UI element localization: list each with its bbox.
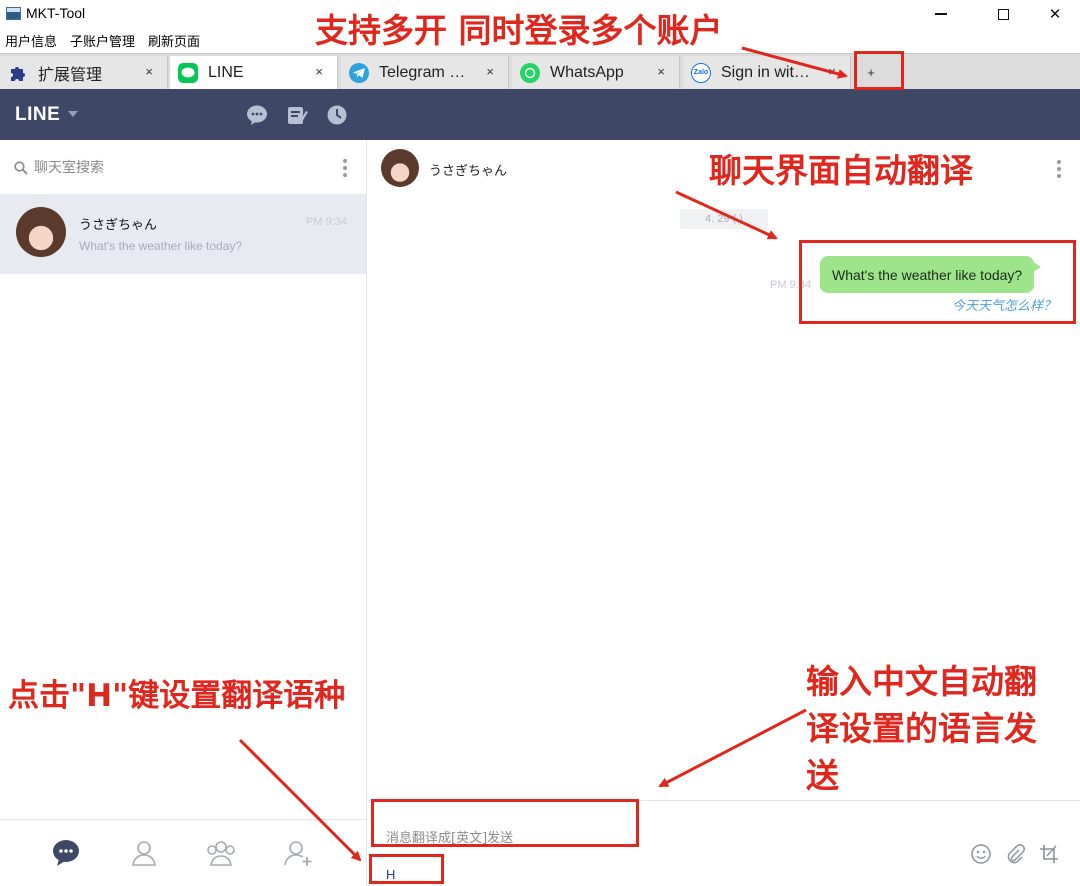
window-title: MKT-Tool xyxy=(26,5,86,21)
emoji-icon[interactable] xyxy=(970,843,992,865)
chat-list-panel: うさぎちゃん What's the weather like today? PM… xyxy=(0,140,367,886)
annotation-auto-translate: 聊天界面自动翻译 xyxy=(709,151,973,190)
close-window-button[interactable]: ✕ xyxy=(1030,0,1080,28)
tab-close-icon[interactable]: × xyxy=(486,64,494,79)
menu-refresh[interactable]: 刷新页面 xyxy=(148,31,200,50)
annotation-line: 译设置的语言发 xyxy=(806,709,1037,748)
annotation-line: 输入中文自动翻 xyxy=(806,662,1037,701)
friends-nav-icon[interactable] xyxy=(129,838,159,868)
date-divider: 4. 29 ( ) xyxy=(680,209,768,229)
timeline-icon[interactable] xyxy=(286,104,308,126)
telegram-icon xyxy=(349,62,369,83)
tab-extensions[interactable]: 扩展管理 × xyxy=(0,56,168,89)
tab-strip: 扩展管理 × LINE × Telegram … × WhatsApp × Za… xyxy=(0,53,1080,89)
tab-close-icon[interactable]: × xyxy=(145,64,153,79)
highlight-translated-message xyxy=(799,240,1076,324)
chat-list-item[interactable]: うさぎちゃん What's the weather like today? PM… xyxy=(0,194,366,274)
more-options-icon[interactable] xyxy=(343,159,347,177)
minimize-icon xyxy=(935,13,947,15)
whatsapp-icon xyxy=(520,62,540,83)
groups-nav-icon[interactable] xyxy=(205,838,235,868)
highlight-new-tab xyxy=(854,51,904,90)
bottom-nav xyxy=(0,819,366,886)
tab-close-icon[interactable]: × xyxy=(828,64,836,79)
contact-avatar[interactable] xyxy=(381,149,419,187)
puzzle-icon xyxy=(8,63,28,83)
chat-search-input[interactable] xyxy=(34,158,324,178)
add-friend-nav-icon[interactable] xyxy=(283,838,313,868)
attachment-icon[interactable] xyxy=(1004,843,1026,865)
tab-label: Telegram … xyxy=(379,63,466,81)
chat-preview: What's the weather like today? xyxy=(79,239,243,253)
tab-label: LINE xyxy=(208,63,244,81)
line-header: LINE xyxy=(0,89,1080,140)
search-icon xyxy=(14,161,28,175)
tab-label: WhatsApp xyxy=(550,63,624,81)
zalo-icon: Zalo xyxy=(691,62,711,83)
minimize-button[interactable] xyxy=(916,0,966,28)
maximize-icon xyxy=(997,8,1009,20)
annotation-multi-open: 支持多开 同时登录多个账户 xyxy=(315,11,723,50)
maximize-button[interactable] xyxy=(978,0,1028,28)
menu-sub-accounts[interactable]: 子账户管理 xyxy=(70,31,135,50)
tab-label: Sign in wit… xyxy=(721,63,810,81)
chat-bubble-icon[interactable] xyxy=(246,104,268,126)
highlight-message-input xyxy=(371,799,639,847)
menu-user-info[interactable]: 用户信息 xyxy=(5,31,57,50)
line-logo[interactable]: LINE xyxy=(15,104,60,126)
contact-name: うさぎちゃん xyxy=(429,164,508,179)
chevron-down-icon[interactable] xyxy=(68,111,78,117)
tab-line[interactable]: LINE × xyxy=(170,56,338,89)
highlight-hotkey xyxy=(369,854,444,884)
chat-search-row xyxy=(0,140,366,194)
chat-name: うさぎちゃん xyxy=(79,218,158,233)
annotation-input-translate: 输入中文自动翻 译设置的语言发 送 xyxy=(806,658,1037,799)
tab-close-icon[interactable]: × xyxy=(657,64,665,79)
tab-close-icon[interactable]: × xyxy=(315,64,323,79)
chats-nav-icon[interactable] xyxy=(51,838,81,868)
avatar xyxy=(16,207,66,257)
app-icon xyxy=(6,7,21,20)
tab-whatsapp[interactable]: WhatsApp × xyxy=(512,56,680,89)
annotation-line: 送 xyxy=(806,756,839,795)
tab-telegram[interactable]: Telegram … × xyxy=(341,56,509,89)
annotation-hotkey: 点击"H"键设置翻译语种 xyxy=(8,678,346,714)
line-icon xyxy=(178,62,198,83)
chat-time: PM 9:34 xyxy=(306,216,347,228)
clock-icon[interactable] xyxy=(326,104,348,126)
tab-label: 扩展管理 xyxy=(38,66,103,84)
tab-zalo[interactable]: Zalo Sign in wit… × xyxy=(683,56,851,89)
screenshot-crop-icon[interactable] xyxy=(1038,843,1060,865)
conversation-menu-icon[interactable] xyxy=(1057,160,1061,178)
